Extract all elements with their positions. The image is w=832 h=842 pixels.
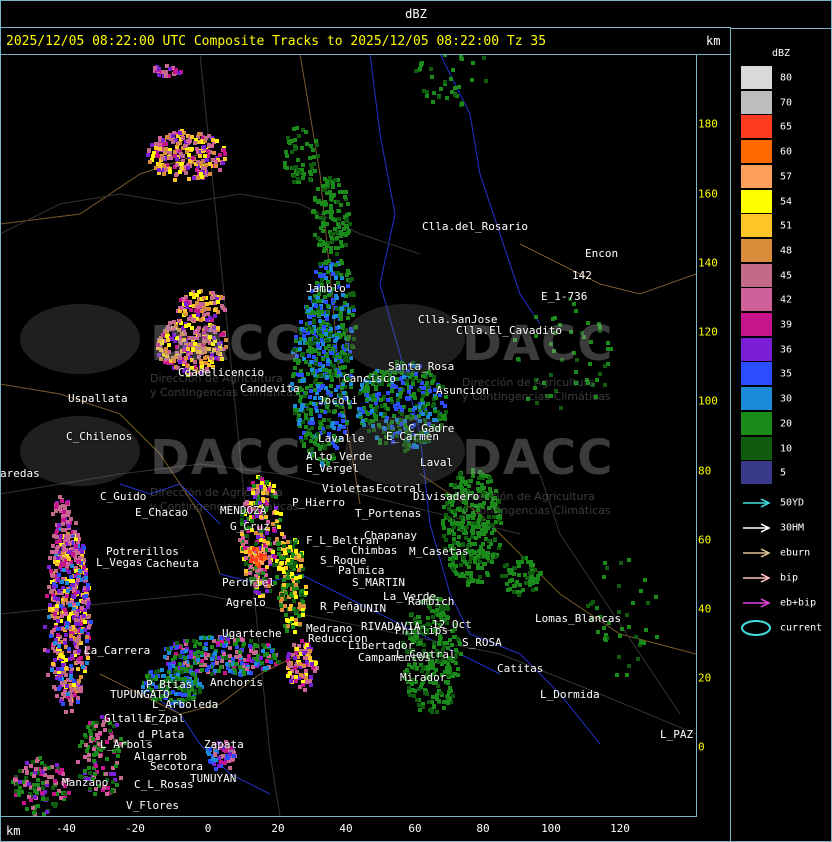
x-tick-label: 100: [541, 822, 561, 835]
y-tick-label: 40: [698, 602, 712, 616]
legend-swatch: [741, 263, 772, 287]
track-arrow-icon: [743, 573, 771, 583]
y-tick-label: 160: [698, 187, 718, 201]
x-tick-label: 20: [271, 822, 285, 835]
legend-level-label: 51: [780, 220, 793, 232]
km-unit-label-bottom: km: [6, 824, 21, 838]
current-ellipse-icon: [741, 620, 771, 636]
y-tick-label: 120: [698, 325, 718, 339]
legend-swatch: [741, 238, 772, 262]
legend-swatch: [741, 362, 772, 386]
x-tick-label: 40: [339, 822, 353, 835]
y-tick-label: 180: [698, 117, 718, 131]
legend-level-label: 54: [780, 196, 793, 207]
y-tick-label: 60: [698, 533, 712, 547]
legend-level-label: 80: [780, 72, 793, 84]
legend-swatch: [741, 140, 772, 164]
legend-swatch: [741, 115, 772, 139]
track-arrow-icon: [743, 548, 771, 558]
map-frame: [0, 54, 697, 817]
x-tick-label: 80: [476, 822, 490, 835]
track-legend-label: 30HM: [780, 522, 805, 534]
legend-level-label: 20: [780, 418, 793, 430]
legend-swatch: [741, 436, 772, 460]
legend-title: dBZ: [772, 48, 791, 59]
legend-level-label: 42: [780, 294, 793, 306]
legend-level-label: 5: [780, 467, 787, 479]
legend-swatch: [741, 337, 772, 361]
legend-swatch: [741, 411, 772, 435]
legend-level-label: 65: [780, 121, 793, 133]
legend-swatch: [741, 189, 772, 213]
track-legend-label: eburn: [780, 547, 811, 559]
x-tick-label: 60: [408, 822, 422, 835]
y-tick-label: 20: [698, 671, 712, 685]
track-arrow-icon: [743, 498, 771, 508]
legend-swatch: [741, 90, 772, 114]
x-tick-label: 0: [204, 822, 212, 835]
y-tick-label: 140: [698, 256, 718, 270]
legend-swatch: [741, 66, 772, 89]
legend-level-label: 10: [780, 443, 793, 454]
y-tick-label: 100: [698, 394, 718, 408]
km-unit-label-top: km: [706, 34, 721, 48]
track-arrow-icon: [743, 598, 771, 608]
legend-level-label: 60: [780, 146, 793, 158]
legend-swatch: [741, 164, 772, 188]
legend-swatch: [741, 387, 772, 411]
x-tick-label: -40: [56, 822, 76, 835]
track-arrow-icon: [743, 523, 771, 533]
top-title: dBZ: [405, 7, 427, 21]
legend-swatch: [741, 313, 772, 336]
track-legend-label: bip: [780, 572, 799, 584]
y-tick-label: 80: [698, 464, 712, 478]
legend-swatch: [741, 461, 772, 485]
legend-level-label: 70: [780, 97, 793, 109]
x-tick-label: -20: [125, 822, 145, 835]
legend-level-label: 39: [780, 319, 793, 331]
legend-level-label: 35: [780, 368, 793, 380]
legend-swatch: [741, 288, 772, 312]
track-legend-label: eb+bip: [780, 597, 817, 609]
legend-level-label: 48: [780, 245, 793, 257]
legend-level-label: 45: [780, 270, 793, 282]
y-tick-label: 0: [698, 740, 705, 754]
x-tick-label: 120: [610, 822, 630, 835]
legend-swatch: [741, 214, 772, 238]
legend-level-label: 30: [780, 393, 793, 405]
legend-level-label: 57: [780, 171, 793, 183]
map-title: 2025/12/05 08:22:00 UTC Composite Tracks…: [6, 34, 547, 49]
track-legend-label: current: [780, 622, 823, 634]
legend-level-label: 36: [780, 344, 793, 356]
track-legend-label: 50YD: [780, 497, 805, 509]
